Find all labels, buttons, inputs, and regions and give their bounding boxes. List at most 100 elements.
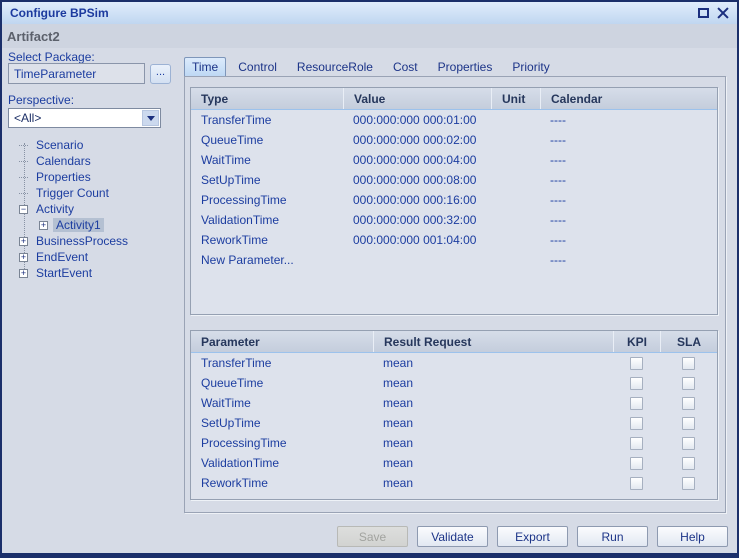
export-button[interactable]: Export: [497, 526, 568, 547]
cell-parameter: QueueTime: [191, 376, 373, 390]
cell-calendar: ----: [540, 153, 717, 167]
column-header-parameter: Parameter: [191, 331, 373, 352]
time-table-row-processingtime[interactable]: ProcessingTime000:000:000 000:16:00----: [191, 190, 717, 210]
cell-kpi: [613, 437, 660, 450]
cell-result-request: mean: [373, 456, 613, 470]
kpi-checkbox[interactable]: [630, 477, 643, 490]
tree-item-startevent[interactable]: +StartEvent: [4, 265, 184, 281]
time-table-row-validationtime[interactable]: ValidationTime000:000:000 000:32:00----: [191, 210, 717, 230]
dropdown-button[interactable]: [142, 110, 159, 126]
time-table-row-setuptime[interactable]: SetUpTime000:000:000 000:08:00----: [191, 170, 717, 190]
cell-type: TransferTime: [191, 113, 343, 127]
result-table-row-setuptime[interactable]: SetUpTimemean: [191, 413, 717, 433]
sla-checkbox[interactable]: [682, 417, 695, 430]
result-table-row-processingtime[interactable]: ProcessingTimemean: [191, 433, 717, 453]
result-table-header: Parameter Result Request KPI SLA: [191, 331, 717, 353]
expand-icon[interactable]: +: [39, 221, 48, 230]
package-tree: Scenario Calendars PropertiesTrigger Count…: [4, 137, 184, 281]
sla-checkbox[interactable]: [682, 477, 695, 490]
tree-item-activity[interactable]: −Activity: [4, 201, 184, 217]
tab-time[interactable]: Time: [184, 57, 226, 76]
artifact-name: Artifact2: [7, 29, 60, 44]
package-input[interactable]: [8, 63, 145, 84]
column-header-kpi: KPI: [613, 331, 660, 352]
cell-result-request: mean: [373, 436, 613, 450]
kpi-checkbox[interactable]: [630, 397, 643, 410]
time-table-row-new-parameter[interactable]: New Parameter... ----: [191, 250, 717, 270]
kpi-checkbox[interactable]: [630, 457, 643, 470]
tree-item-calendars[interactable]: Calendars: [4, 153, 184, 169]
kpi-checkbox[interactable]: [630, 377, 643, 390]
help-button[interactable]: Help: [657, 526, 728, 547]
time-table-row-queuetime[interactable]: QueueTime000:000:000 000:02:00----: [191, 130, 717, 150]
cell-value: 000:000:000 000:01:00: [343, 113, 491, 127]
tab-priority[interactable]: Priority: [504, 57, 557, 76]
expand-icon[interactable]: +: [19, 269, 28, 278]
close-icon[interactable]: [717, 7, 729, 19]
result-table-row-waittime[interactable]: WaitTimemean: [191, 393, 717, 413]
validate-button[interactable]: Validate: [417, 526, 488, 547]
browse-package-button[interactable]: ...: [150, 64, 171, 84]
tree-item-label: Scenario: [33, 138, 86, 152]
tree-item-label: Activity1: [53, 218, 104, 232]
cell-kpi: [613, 477, 660, 490]
sla-checkbox[interactable]: [682, 457, 695, 470]
result-table-row-queuetime[interactable]: QueueTimemean: [191, 373, 717, 393]
cell-calendar: ----: [540, 213, 717, 227]
sla-checkbox[interactable]: [682, 437, 695, 450]
expand-icon[interactable]: +: [19, 237, 28, 246]
cell-type: QueueTime: [191, 133, 343, 147]
tree-item-label: Calendars: [33, 154, 94, 168]
run-button[interactable]: Run: [577, 526, 648, 547]
cell-calendar: ----: [540, 253, 717, 267]
cell-sla: [660, 417, 717, 430]
tab-control[interactable]: Control: [230, 57, 285, 76]
result-table-row-reworktime[interactable]: ReworkTimemean: [191, 473, 717, 493]
tab-properties[interactable]: Properties: [430, 57, 501, 76]
cell-type: ValidationTime: [191, 213, 343, 227]
kpi-checkbox[interactable]: [630, 417, 643, 430]
tree-connector: [19, 161, 28, 162]
result-request-table: Parameter Result Request KPI SLA Transfe…: [190, 330, 718, 500]
cell-kpi: [613, 357, 660, 370]
kpi-checkbox[interactable]: [630, 357, 643, 370]
cell-value: 000:000:000 000:02:00: [343, 133, 491, 147]
cell-sla: [660, 457, 717, 470]
cell-kpi: [613, 417, 660, 430]
tab-resourcerole[interactable]: ResourceRole: [289, 57, 381, 76]
collapse-icon[interactable]: −: [19, 205, 28, 214]
window-controls: [698, 7, 729, 19]
perspective-select[interactable]: <All>: [8, 108, 161, 128]
sla-checkbox[interactable]: [682, 377, 695, 390]
time-table-header: Type Value Unit Calendar: [191, 88, 717, 110]
column-header-value: Value: [343, 88, 491, 109]
tree-item-endevent[interactable]: +EndEvent: [4, 249, 184, 265]
tree-connector: [19, 193, 28, 194]
expand-icon[interactable]: +: [19, 253, 28, 262]
cell-type: New Parameter...: [191, 253, 343, 267]
tree-item-businessprocess[interactable]: +BusinessProcess: [4, 233, 184, 249]
tree-item-trigger-count[interactable]: Trigger Count: [4, 185, 184, 201]
tab-cost[interactable]: Cost: [385, 57, 426, 76]
maximize-icon[interactable]: [698, 8, 709, 18]
cell-calendar: ----: [540, 173, 717, 187]
time-table-row-reworktime[interactable]: ReworkTime000:000:000 001:04:00----: [191, 230, 717, 250]
tree-item-properties[interactable]: Properties: [4, 169, 184, 185]
time-table-row-transfertime[interactable]: TransferTime000:000:000 000:01:00----: [191, 110, 717, 130]
time-table-row-waittime[interactable]: WaitTime000:000:000 000:04:00----: [191, 150, 717, 170]
result-table-row-validationtime[interactable]: ValidationTimemean: [191, 453, 717, 473]
cell-parameter: ProcessingTime: [191, 436, 373, 450]
cell-calendar: ----: [540, 193, 717, 207]
sla-checkbox[interactable]: [682, 357, 695, 370]
result-table-row-transfertime[interactable]: TransferTimemean: [191, 353, 717, 373]
tree-item-label: Properties: [33, 170, 94, 184]
tree-item-scenario[interactable]: Scenario: [4, 137, 184, 153]
cell-sla: [660, 357, 717, 370]
tree-item-activity1[interactable]: + Activity1: [4, 217, 184, 233]
title-bar[interactable]: Configure BPSim: [2, 2, 737, 24]
sla-checkbox[interactable]: [682, 397, 695, 410]
perspective-value: <All>: [9, 111, 142, 125]
cell-parameter: ReworkTime: [191, 476, 373, 490]
cell-kpi: [613, 457, 660, 470]
kpi-checkbox[interactable]: [630, 437, 643, 450]
